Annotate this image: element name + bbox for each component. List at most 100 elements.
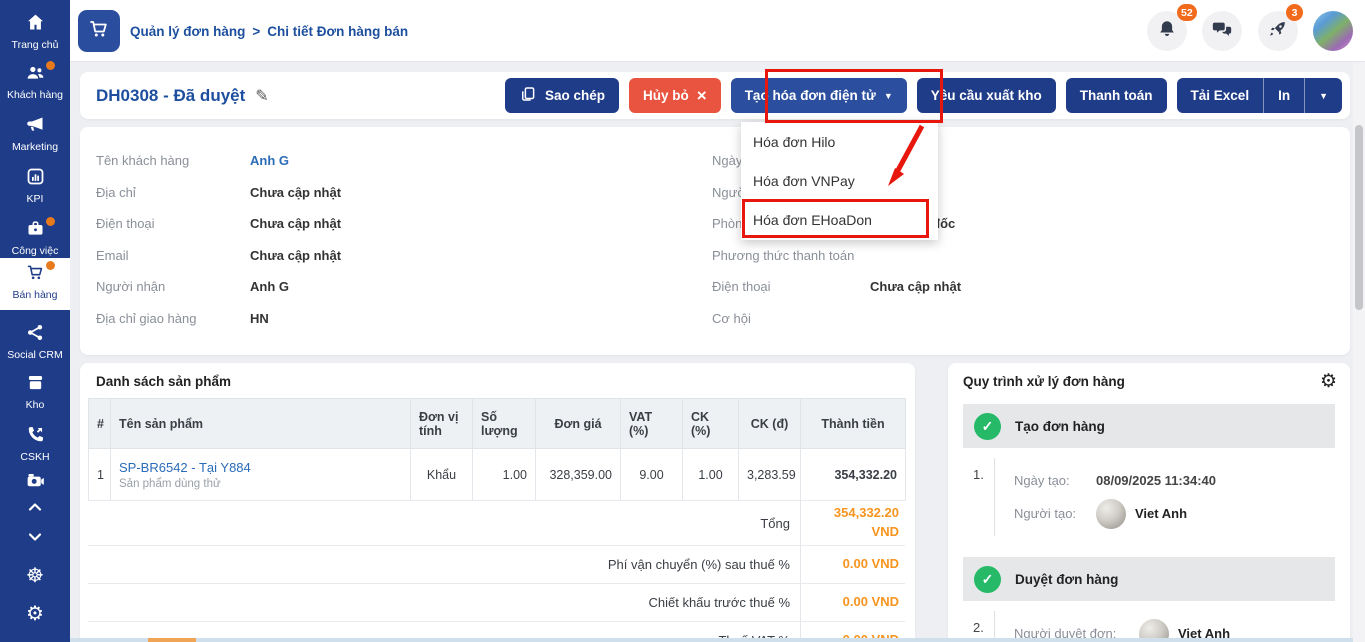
workflow-title: Quy trình xử lý đơn hàng bbox=[963, 374, 1125, 389]
support-button[interactable]: ☸ bbox=[0, 565, 70, 587]
col-header-discount-amt: CK (đ) bbox=[739, 399, 801, 449]
cart-icon bbox=[25, 262, 46, 286]
copy-icon bbox=[519, 85, 537, 106]
camera-button[interactable] bbox=[0, 470, 70, 496]
workflow-settings-gear-icon[interactable]: ⚙ bbox=[1320, 370, 1337, 393]
product-index: 1 bbox=[89, 449, 111, 501]
payment-button[interactable]: Thanh toán bbox=[1066, 78, 1167, 113]
more-actions-caret[interactable]: ▼ bbox=[1304, 78, 1342, 113]
print-button[interactable]: In bbox=[1263, 78, 1304, 113]
breadcrumb-separator: > bbox=[252, 24, 260, 39]
order-totals: Tổng 354,332.20 VND Phí vận chuyển (%) s… bbox=[88, 500, 905, 642]
total-row-grand: Tổng 354,332.20 VND bbox=[88, 500, 905, 545]
phone-support-icon bbox=[25, 424, 46, 448]
detail-row: Địa chỉChưa cập nhật bbox=[96, 177, 656, 209]
sidebar-item-ban-hang[interactable]: Bán hàng bbox=[0, 258, 70, 310]
workflow-card: Quy trình xử lý đơn hàng ⚙ ✓ Tạo đơn hàn… bbox=[948, 363, 1350, 642]
sidebar-item-cskh[interactable]: CSKH bbox=[0, 420, 70, 463]
messages-button[interactable] bbox=[1202, 11, 1242, 51]
sidebar-item-khach-hang[interactable]: Khách hàng bbox=[0, 58, 70, 101]
sidebar-item-social-crm[interactable]: Social CRM bbox=[0, 318, 70, 361]
help-wheel-icon: ☸ bbox=[26, 565, 44, 587]
chat-bubbles-icon bbox=[1211, 18, 1233, 45]
workflow-field-row: Người tạo: Viet Anh bbox=[1014, 497, 1335, 530]
share-icon bbox=[25, 322, 46, 346]
detail-row: Cơ hội bbox=[712, 303, 1332, 335]
einvoice-dropdown-menu: Hóa đơn Hilo Hóa đơn VNPay Hóa đơn EHoaD… bbox=[741, 122, 938, 240]
request-export-button[interactable]: Yêu cầu xuất kho bbox=[917, 78, 1056, 113]
check-icon: ✓ bbox=[974, 566, 1001, 593]
sidebar-item-label: Social CRM bbox=[7, 349, 62, 361]
order-header-card: DH0308 - Đã duyệt ✎ Sao chép Hủy bỏ × Tạ… bbox=[80, 72, 1350, 119]
order-details-card: Tên khách hàngAnh G Địa chỉChưa cập nhật… bbox=[80, 127, 1350, 355]
breadcrumb-section[interactable]: Quản lý đơn hàng bbox=[130, 24, 245, 39]
detail-row: Người nhậnAnh G bbox=[96, 271, 656, 303]
col-header-total: Thành tiền bbox=[801, 399, 906, 449]
customer-name-link[interactable]: Anh G bbox=[250, 153, 289, 168]
home-icon bbox=[25, 12, 46, 36]
menu-item-hoa-don-hilo[interactable]: Hóa đơn Hilo bbox=[741, 122, 938, 161]
menu-item-hoa-don-vnpay[interactable]: Hóa đơn VNPay bbox=[741, 161, 938, 200]
workflow-step-header: ✓ Tạo đơn hàng bbox=[963, 404, 1335, 448]
sidebar-item-label: Bán hàng bbox=[13, 289, 58, 301]
col-header-index: # bbox=[89, 399, 111, 449]
copy-button[interactable]: Sao chép bbox=[505, 78, 619, 113]
detail-row: Địa chỉ giao hàngHN bbox=[96, 303, 656, 335]
cancel-button[interactable]: Hủy bỏ × bbox=[629, 78, 721, 113]
breadcrumb-page: Chi tiết Đơn hàng bán bbox=[267, 24, 408, 39]
sidebar-item-cong-viec[interactable]: Công việc bbox=[0, 214, 70, 257]
product-price: 328,359.00 bbox=[536, 449, 621, 501]
menu-item-hoa-don-ehoadon[interactable]: Hóa đơn EHoaDon bbox=[741, 201, 938, 240]
bell-icon bbox=[1156, 18, 1178, 45]
sidebar-item-trang-chu[interactable]: Trang chủ bbox=[0, 8, 70, 51]
detail-row: Phương thức thanh toán bbox=[712, 240, 1332, 272]
col-header-unit: Đơn vị tính bbox=[411, 399, 473, 449]
sidebar-item-label: CSKH bbox=[20, 451, 49, 463]
col-header-name: Tên sản phẩm bbox=[111, 399, 411, 449]
workflow-step-header: ✓ Duyệt đơn hàng bbox=[963, 557, 1335, 601]
sidebar-item-marketing[interactable]: Marketing bbox=[0, 110, 70, 153]
warehouse-box-icon bbox=[25, 372, 46, 396]
step-number: 1. bbox=[973, 467, 984, 482]
create-einvoice-button[interactable]: Tạo hóa đơn điện tử ▼ bbox=[731, 78, 907, 113]
sidebar-item-label: Khách hàng bbox=[7, 89, 63, 101]
product-row: 1 SP-BR6542 - Tại Y884 Sản phẩm dùng thử… bbox=[89, 449, 906, 501]
module-cart-button[interactable] bbox=[78, 10, 120, 52]
sidebar-item-kpi[interactable]: KPI bbox=[0, 162, 70, 205]
detail-row: Điện thoạiChưa cập nhật bbox=[712, 271, 1332, 303]
total-row-discount: Chiết khấu trước thuế % 0.00 VND bbox=[88, 583, 905, 621]
chevron-up-icon bbox=[25, 497, 45, 522]
settings-button[interactable]: ⚙ bbox=[0, 603, 70, 625]
user-avatar[interactable] bbox=[1313, 11, 1353, 51]
product-vat: 9.00 bbox=[621, 449, 683, 501]
camera-icon bbox=[25, 470, 46, 496]
rocket-icon bbox=[1267, 18, 1289, 45]
chevron-down-icon bbox=[25, 527, 45, 552]
bottom-strip-orange-segment bbox=[148, 638, 196, 642]
product-unit: Khẩu bbox=[411, 449, 473, 501]
detail-row: Điện thoạiChưa cập nhật bbox=[96, 208, 656, 240]
total-row-shipping: Phí vận chuyển (%) sau thuế % 0.00 VND bbox=[88, 545, 905, 583]
notification-dot bbox=[46, 217, 55, 226]
col-header-price: Đơn giá bbox=[536, 399, 621, 449]
bottom-strip bbox=[70, 638, 1353, 642]
sidebar-item-label: Công việc bbox=[12, 245, 59, 257]
vertical-scrollbar-thumb[interactable] bbox=[1355, 125, 1363, 310]
products-header-row: # Tên sản phẩm Đơn vị tính Số lượng Đơn … bbox=[89, 399, 906, 449]
download-excel-button[interactable]: Tải Excel bbox=[1177, 78, 1264, 113]
notification-dot bbox=[46, 261, 55, 270]
products-table: # Tên sản phẩm Đơn vị tính Số lượng Đơn … bbox=[88, 398, 905, 501]
page-title: DH0308 - Đã duyệt bbox=[96, 86, 245, 106]
order-actions: Sao chép Hủy bỏ × Tạo hóa đơn điện tử ▼ … bbox=[505, 78, 1342, 113]
sidebar-item-label: Kho bbox=[26, 399, 45, 411]
sidebar-scroll-down[interactable] bbox=[0, 527, 70, 552]
notifications-badge: 52 bbox=[1177, 4, 1197, 21]
sidebar-item-label: KPI bbox=[27, 193, 44, 205]
product-name-link[interactable]: SP-BR6542 - Tại Y884 bbox=[119, 460, 402, 475]
sidebar-item-kho[interactable]: Kho bbox=[0, 368, 70, 411]
product-description: Sản phẩm dùng thử bbox=[119, 478, 402, 490]
sidebar-scroll-up[interactable] bbox=[0, 497, 70, 522]
check-icon: ✓ bbox=[974, 413, 1001, 440]
products-card: Danh sách sản phẩm # Tên sản phẩm Đơn vị… bbox=[80, 363, 915, 642]
edit-pencil-icon[interactable]: ✎ bbox=[255, 86, 268, 106]
